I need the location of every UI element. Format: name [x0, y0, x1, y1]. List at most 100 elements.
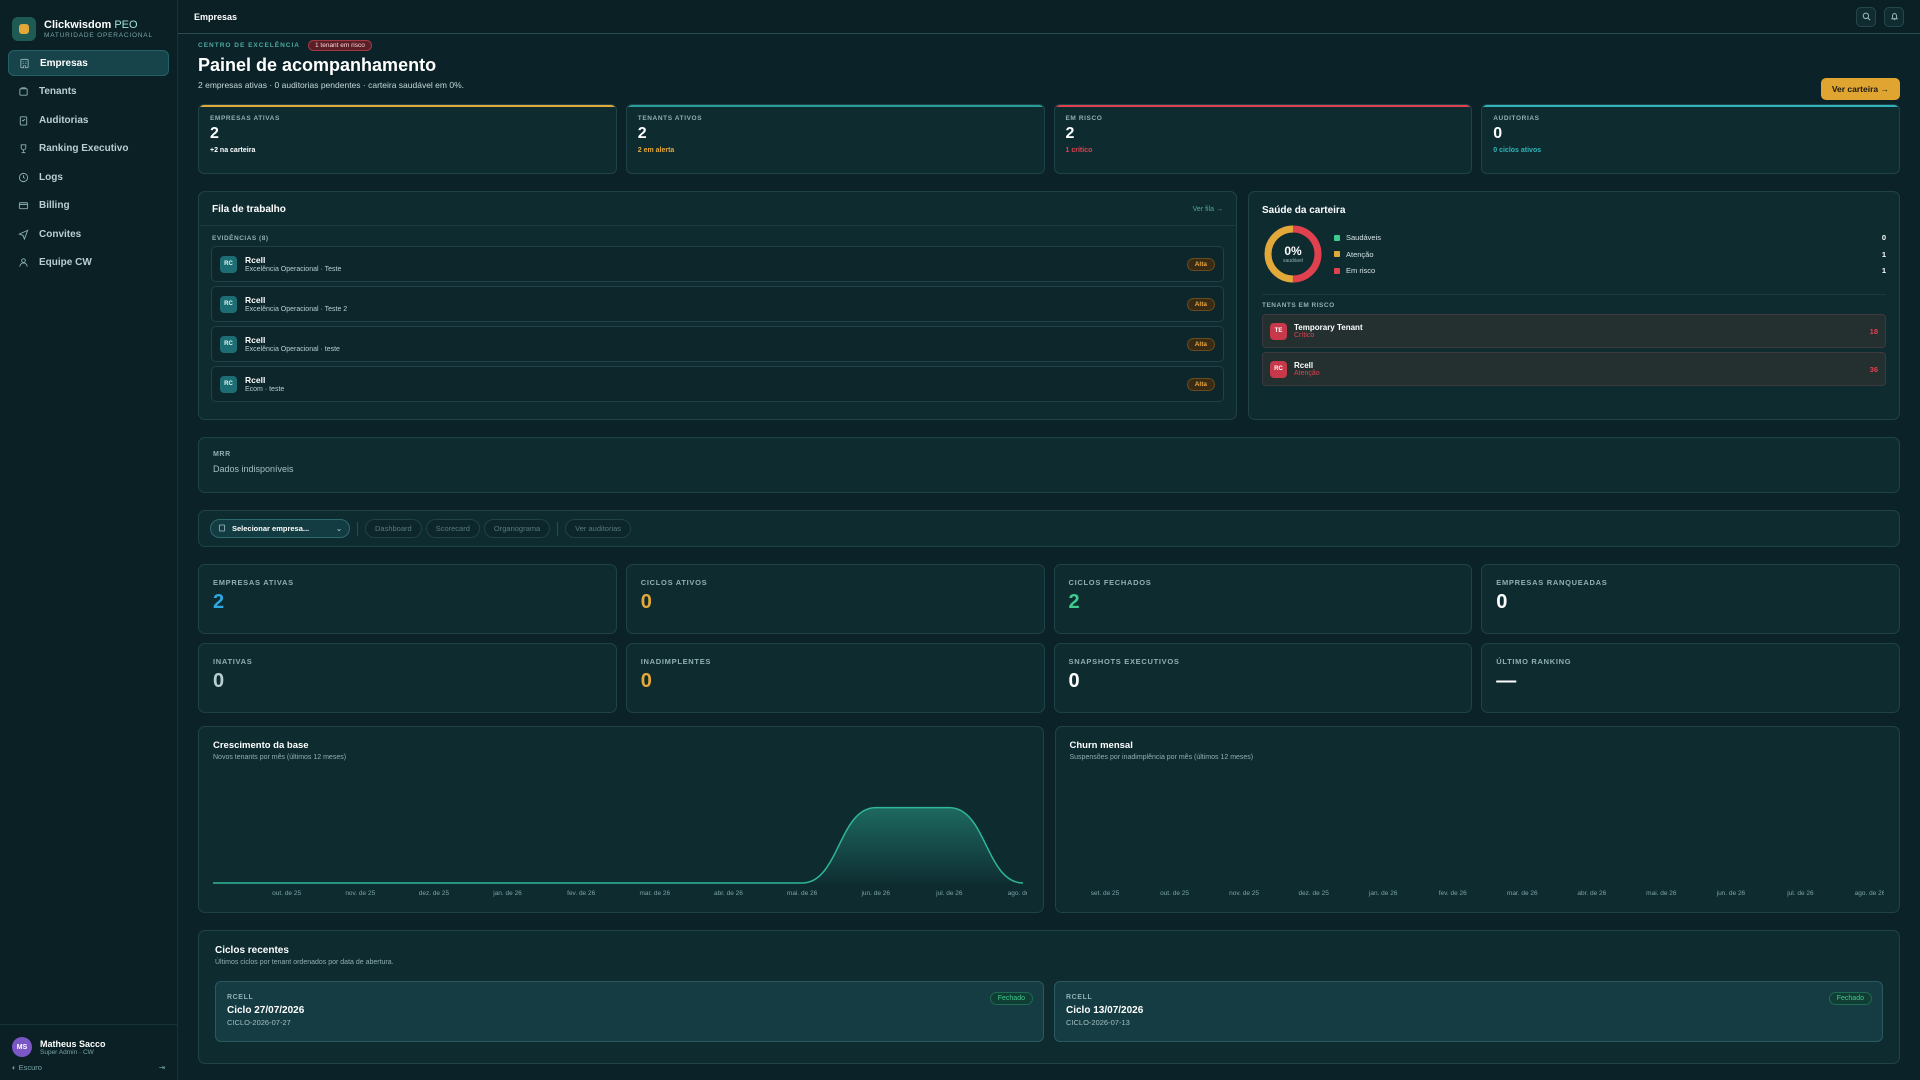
- sidebar-item-label: Billing: [39, 200, 70, 211]
- kpi-accent-bar: [1482, 105, 1899, 107]
- sidebar-item-label: Empresas: [40, 57, 88, 69]
- brand-logo: [12, 17, 36, 41]
- chart-subtitle: Suspensões por inadimplência por mês (úl…: [1069, 754, 1254, 761]
- cycle-code: CICLO-2026-07-27: [227, 1018, 291, 1027]
- x-tick-label: ago. de 26: [1008, 890, 1027, 897]
- send-icon: [18, 229, 29, 240]
- sidebar-item-convites[interactable]: Convites: [8, 221, 169, 247]
- sidebar-item-billing[interactable]: Billing: [8, 193, 169, 219]
- mrr-label: MRR: [213, 451, 231, 458]
- list-item[interactable]: RC Rcell Excelência Operacional · teste A…: [211, 326, 1224, 362]
- kpi-label: AUDITORIAS: [1493, 115, 1540, 122]
- health-donut: 0% saudável: [1262, 223, 1324, 285]
- priority-badge: Alta: [1186, 297, 1215, 311]
- main-content: CENTRO DE EXCELÊNCIA 1 tenant em risco P…: [198, 34, 1900, 1064]
- sidebar-item-label: Auditorias: [39, 114, 89, 126]
- cycle-name: Ciclo 13/07/2026: [1066, 1005, 1144, 1016]
- stat-card-ciclos-ativos: CICLOS ATIVOS 0: [625, 564, 1045, 634]
- sidebar-item-auditorias[interactable]: Auditorias: [8, 107, 169, 133]
- view-portfolio-button[interactable]: Ver carteira →: [1820, 78, 1900, 100]
- x-tick-label: nov. de 25: [1229, 890, 1259, 897]
- sidebar-item-logs[interactable]: Logs: [8, 164, 169, 190]
- stat-value: 0: [640, 670, 652, 692]
- sidebar-item-ranking-executivo[interactable]: Ranking Executivo: [8, 136, 169, 162]
- risk-alert-badge[interactable]: 1 tenant em risco: [307, 40, 372, 51]
- queue-section-label: EVIDÊNCIAS (8): [212, 235, 269, 242]
- trophy-icon: [18, 143, 29, 154]
- list-item[interactable]: RC Rcell Ecom · teste Alta: [211, 366, 1224, 402]
- legend-row-saudaveis: Saudáveis 0: [1334, 229, 1886, 246]
- view-audits-button[interactable]: Ver auditorias: [565, 519, 632, 538]
- dashboard-button[interactable]: Dashboard: [365, 519, 422, 538]
- x-tick-label: mai. de 26: [787, 890, 818, 897]
- tenant-badge: RC: [1270, 360, 1287, 378]
- search-icon[interactable]: [1856, 6, 1876, 27]
- company-select[interactable]: Selecionar empresa... ⌄: [210, 519, 350, 538]
- tenant-score: 18: [1869, 326, 1878, 336]
- kpi-card-tenants-ativos[interactable]: TENANTS ATIVOS 2 2 em alerta: [625, 104, 1045, 174]
- growth-area: [213, 807, 1023, 883]
- card-title: Saúde da carteira: [1262, 205, 1346, 216]
- scorecard-button[interactable]: Scorecard: [425, 519, 480, 538]
- cycle-list: RCELL Ciclo 27/07/2026 CICLO-2026-07-27 …: [215, 981, 1883, 1042]
- kpi-accent-bar: [199, 105, 616, 107]
- view-queue-link[interactable]: Ver fila →: [1193, 206, 1223, 213]
- sidebar-item-empresas[interactable]: Empresas: [8, 50, 169, 76]
- churn-chart: set. de 25 out. de 25 nov. de 25 dez. de 25…: [1090, 890, 1883, 897]
- sidebar-item-tenants[interactable]: Tenants: [8, 79, 169, 105]
- kpi-card-em-risco[interactable]: EM RISCO 2 1 crítico: [1053, 104, 1473, 174]
- stat-card-snapshots-executivos: SNAPSHOTS EXECUTIVOS 0: [1053, 643, 1473, 713]
- item-description: Excelência Operacional · Teste: [245, 266, 342, 273]
- x-tick-label: fev. de 26: [567, 890, 595, 897]
- health-percent: 0%: [1284, 244, 1302, 258]
- x-tick-label: jun. de 26: [860, 890, 890, 897]
- risk-tenant-item[interactable]: RC Rcell Atenção 36: [1262, 352, 1886, 386]
- health-percent-label: saudável: [1282, 258, 1303, 264]
- kpi-label: EM RISCO: [1065, 115, 1103, 122]
- logout-icon[interactable]: ⇥: [159, 1063, 165, 1072]
- sidebar-item-label: Equipe CW: [39, 257, 92, 268]
- stat-label: SNAPSHOTS EXECUTIVOS: [1068, 657, 1180, 666]
- kpi-card-auditorias[interactable]: AUDITORIAS 0 0 ciclos ativos: [1481, 104, 1900, 174]
- cycle-card[interactable]: RCELL Ciclo 27/07/2026 CICLO-2026-07-27 …: [215, 981, 1044, 1042]
- growth-chart-card: Crescimento da base Novos tenants por mê…: [198, 726, 1044, 913]
- x-tick-label: abr. de 26: [1577, 890, 1606, 897]
- x-tick-label: out. de 25: [1160, 890, 1189, 897]
- sidebar: Clickwisdom PEO MATURIDADE OPERACIONAL E…: [0, 0, 178, 1080]
- bell-icon[interactable]: [1884, 6, 1904, 27]
- user-profile[interactable]: MS Matheus Sacco Super Admin · CW: [12, 1037, 165, 1057]
- kpi-row: EMPRESAS ATIVAS 2 +2 na carteira TENANTS…: [198, 104, 1900, 174]
- health-summary: 0% saudável Saudáveis 0 Atenção 1 Em risco…: [1262, 223, 1886, 285]
- cycle-tenant: RCELL: [1066, 994, 1093, 1001]
- kpi-note: +2 na carteira: [210, 147, 256, 154]
- avatar: MS: [12, 1037, 32, 1057]
- priority-badge: Alta: [1186, 337, 1215, 351]
- sidebar-item-equipe-cw[interactable]: Equipe CW: [8, 250, 169, 276]
- users-icon: [18, 257, 29, 268]
- kpi-label: TENANTS ATIVOS: [637, 115, 703, 122]
- card-icon: [18, 200, 29, 211]
- risk-tenant-item[interactable]: TE Temporary Tenant Crítico 18: [1262, 314, 1886, 348]
- sidebar-item-label: Convites: [39, 228, 82, 240]
- clock-icon: [18, 172, 29, 183]
- sidebar-footer-actions: ◐ Escuro ⇥: [12, 1063, 165, 1072]
- tenant-status: Atenção: [1294, 370, 1320, 377]
- stat-value: 0: [1068, 670, 1080, 692]
- kpi-label: EMPRESAS ATIVAS: [210, 115, 280, 122]
- list-item[interactable]: RC Rcell Excelência Operacional · Teste 2…: [211, 286, 1224, 322]
- growth-chart: out. de 25 nov. de 25 dez. de 25 jan. de 26…: [213, 806, 1027, 897]
- organogram-button[interactable]: Organograma: [483, 519, 551, 538]
- sidebar-nav: Empresas Tenants Auditorias Ranking Exec…: [0, 46, 177, 282]
- chart-title: Churn mensal: [1069, 740, 1133, 751]
- kpi-value: 2: [210, 125, 219, 142]
- list-item[interactable]: RC Rcell Excelência Operacional · Teste A…: [211, 246, 1224, 282]
- brand[interactable]: Clickwisdom PEO MATURIDADE OPERACIONAL: [0, 0, 177, 46]
- cycle-card[interactable]: RCELL Ciclo 13/07/2026 CICLO-2026-07-13 …: [1054, 981, 1883, 1042]
- theme-toggle[interactable]: ◐ Escuro: [12, 1063, 42, 1072]
- sidebar-item-label: Logs: [39, 171, 63, 183]
- legend-row-atencao: Atenção 1: [1334, 246, 1886, 263]
- sidebar-item-label: Ranking Executivo: [39, 143, 129, 154]
- kpi-note: 2 em alerta: [637, 147, 675, 154]
- item-name: Rcell: [245, 295, 266, 305]
- kpi-card-empresas-ativas[interactable]: EMPRESAS ATIVAS 2 +2 na carteira: [198, 104, 617, 174]
